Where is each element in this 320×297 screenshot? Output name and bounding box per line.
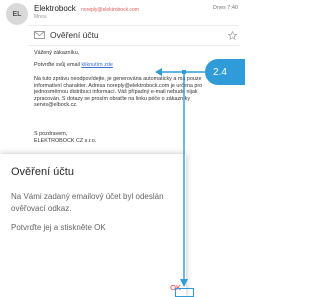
dialog-hint: Potvrďte jej a stiskněte OK bbox=[11, 223, 106, 232]
dialog-title: Ověření účtu bbox=[11, 166, 74, 178]
sender-line: Elektrobock noreply@elektrobock.com bbox=[34, 4, 139, 13]
email-greeting: Vážený zákazníku, bbox=[34, 50, 80, 56]
signoff-company: ELEKTROBOCK CZ s.r.o. bbox=[34, 137, 97, 144]
arrow-left-head bbox=[155, 68, 162, 76]
sender-name: Elektrobock bbox=[34, 4, 76, 13]
verification-dialog: Ověření účtu Na Vámi zadaný emailový úče… bbox=[0, 154, 186, 297]
sender-avatar: EL bbox=[6, 3, 28, 25]
email-subject: Ověření účtu bbox=[50, 30, 99, 40]
callout-badge-tail bbox=[235, 59, 245, 85]
email-recipient: Mnou bbox=[34, 14, 47, 20]
subject-divider bbox=[28, 45, 239, 46]
email-signoff: S pozdravem, ELEKTROBOCK CZ s.r.o. bbox=[34, 131, 209, 144]
ok-highlight-box bbox=[175, 288, 194, 297]
sender-email[interactable]: noreply@elektrobock.com bbox=[81, 7, 139, 13]
header-divider bbox=[28, 25, 239, 26]
confirm-link[interactable]: kliknutím zde bbox=[81, 62, 112, 68]
signoff-greeting: S pozdravem, bbox=[34, 131, 68, 137]
confirm-text: Potvrďte svůj email bbox=[34, 62, 82, 68]
dialog-message: Na Vámi zadaný emailový účet byl odeslán… bbox=[11, 192, 164, 213]
email-notice: Na tuto zprávu neodpovídejte, je generov… bbox=[34, 76, 203, 109]
screenshot-stage: EL Elektrobock noreply@elektrobock.com D… bbox=[0, 0, 245, 297]
callout-badge: 2.4 bbox=[205, 59, 235, 85]
confirm-line: Potvrďte svůj email kliknutím zde bbox=[34, 62, 209, 69]
star-outline-icon[interactable] bbox=[227, 30, 237, 40]
avatar-initials: EL bbox=[12, 10, 22, 18]
email-date: Dnes 7:40 bbox=[212, 5, 238, 11]
callout-label: 2.4 bbox=[213, 66, 227, 78]
subject-row: Ověření účtu bbox=[34, 28, 237, 42]
envelope-icon bbox=[34, 29, 46, 41]
